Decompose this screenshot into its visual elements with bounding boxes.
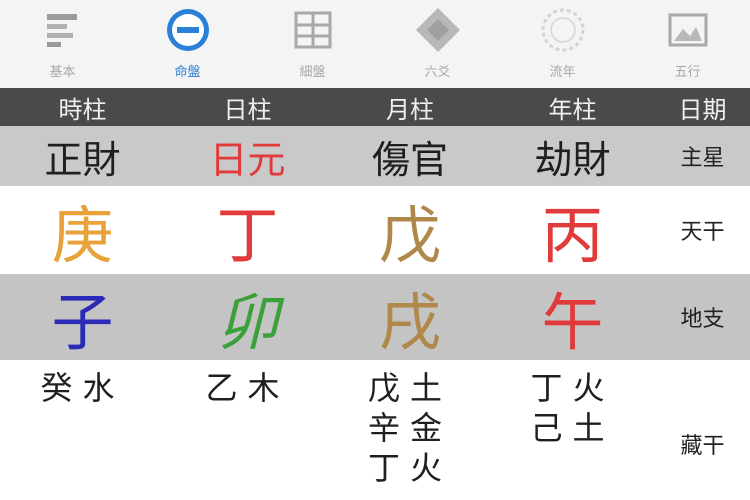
- header-month-pillar: 月柱: [386, 95, 434, 124]
- tab-label: 流年: [549, 65, 576, 80]
- hidden-stem-item: 癸水: [40, 369, 125, 407]
- header-hour-pillar: 時柱: [58, 95, 107, 124]
- header-date: 日期: [678, 95, 727, 124]
- tab-chart[interactable]: 命盤: [125, 0, 250, 88]
- tab-label: 細盤: [299, 65, 326, 80]
- main-star-year: 劫財: [534, 137, 611, 182]
- hidden-stem-item: 丁火: [367, 449, 452, 487]
- tab-label: 命盤: [174, 65, 201, 80]
- hidden-stem-item: 丁火: [530, 369, 615, 407]
- image-icon: [662, 4, 714, 56]
- stem-label: 天干: [680, 220, 725, 245]
- branch-label: 地支: [680, 307, 725, 332]
- tab-label: 基本: [49, 65, 76, 80]
- header-day-pillar: 日柱: [223, 95, 272, 124]
- stem-day: 丁: [216, 199, 279, 272]
- stem-hour: 庚: [51, 199, 114, 272]
- hidden-stems-row: 癸水 乙木 戊土 辛金 丁火 丁火 己土 藏干: [0, 360, 750, 500]
- hidden-month: 戊土 辛金 丁火: [330, 360, 490, 500]
- branch-year: 午: [541, 286, 604, 359]
- main-star-month: 傷官: [371, 137, 448, 182]
- diamond-icon: [412, 4, 464, 56]
- grid-icon: [287, 4, 339, 56]
- tab-detail[interactable]: 細盤: [250, 0, 375, 88]
- heavenly-stem-row: 庚 丁 戊 丙 天干: [0, 186, 750, 274]
- tab-six-lines[interactable]: 六爻: [375, 0, 500, 88]
- hidden-stem-item: 乙木: [205, 369, 290, 407]
- hidden-day: 乙木: [165, 360, 330, 500]
- main-star-day: 日元: [209, 137, 286, 182]
- hidden-year: 丁火 己土: [490, 360, 655, 500]
- hidden-stems-label: 藏干: [680, 434, 725, 459]
- tab-label: 六爻: [424, 65, 451, 80]
- tab-five-elements[interactable]: 五行: [625, 0, 750, 88]
- minus-circle-icon: [162, 4, 214, 56]
- branch-month: 戌: [378, 286, 441, 359]
- main-star-hour: 正財: [44, 137, 121, 182]
- hidden-stem-item: 辛金: [367, 409, 452, 447]
- tab-basic[interactable]: 基本: [0, 0, 125, 88]
- pillar-header: 時柱 日柱 月柱 年柱 日期: [0, 88, 750, 126]
- tab-bar: 基本 命盤 細盤 六爻 流年 五行: [0, 0, 750, 88]
- branch-hour: 子: [51, 286, 114, 359]
- hidden-stem-item: 己土: [530, 409, 615, 447]
- stem-year: 丙: [541, 199, 604, 272]
- stem-month: 戊: [378, 199, 441, 272]
- main-star-row: 正財 日元 傷官 劫財 主星: [0, 126, 750, 186]
- hidden-hour: 癸水: [0, 360, 165, 500]
- main-star-label: 主星: [680, 146, 725, 171]
- earthly-branch-row: 子 卯 戌 午 地支: [0, 274, 750, 360]
- hidden-stem-item: 戊土: [367, 369, 452, 407]
- chart-icon: [37, 4, 89, 56]
- header-year-pillar: 年柱: [548, 95, 597, 124]
- sun-icon: [537, 4, 589, 56]
- tab-yearly[interactable]: 流年: [500, 0, 625, 88]
- branch-day: 卯: [216, 286, 279, 359]
- tab-label: 五行: [674, 65, 701, 80]
